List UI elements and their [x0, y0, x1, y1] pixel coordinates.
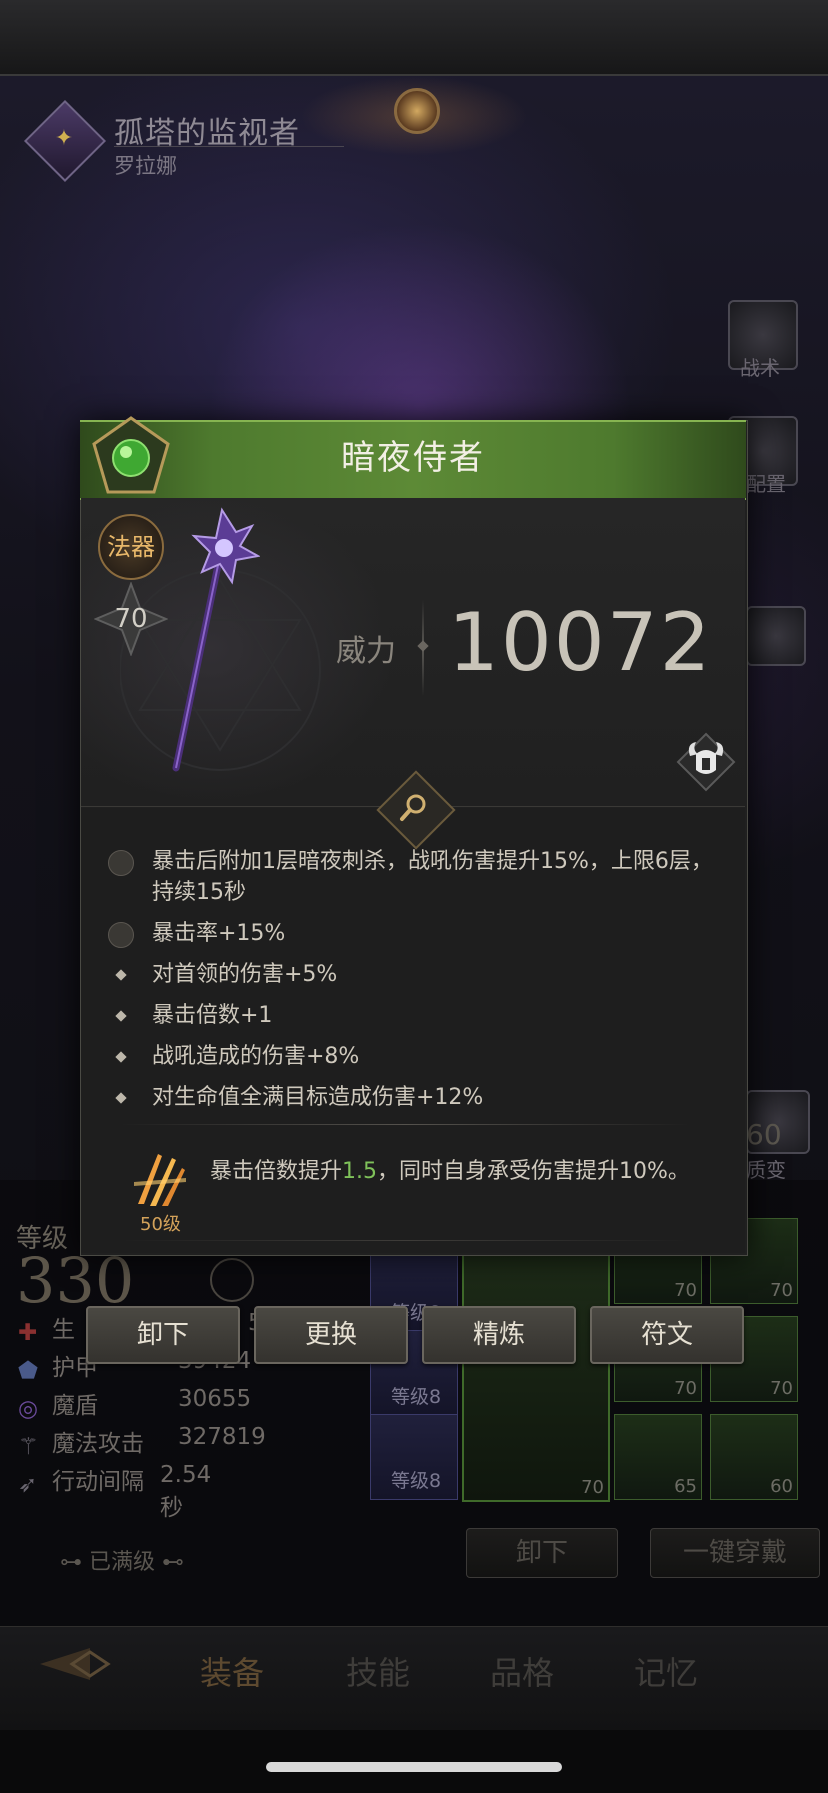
effect-text: 暴击后附加1层暗夜刺杀，战吼伤害提升15%，上限6层，持续15秒: [152, 849, 713, 905]
tab-skills[interactable]: 技能: [346, 1648, 410, 1694]
stat-magic-shield-label: 魔盾: [52, 1393, 98, 1419]
gear-slot-level: 70: [674, 1280, 697, 1301]
skill-separator: [120, 1240, 690, 1241]
fashion-button[interactable]: [746, 606, 806, 666]
hp-icon: ✚: [18, 1319, 38, 1346]
quality-gem-icon: [92, 416, 170, 494]
stat-magic-attack: ⚚ 魔法攻击 327819: [18, 1424, 266, 1460]
stat-magic-attack-label: 魔法攻击: [52, 1431, 144, 1457]
magnifier-icon[interactable]: [396, 790, 432, 826]
stat-hp: ✚生 5: [18, 1310, 263, 1346]
gear-slot-level: 70: [770, 1280, 793, 1301]
rune-button[interactable]: 符文: [590, 1306, 744, 1364]
level-detail-icon[interactable]: [210, 1258, 254, 1302]
effect-text: 暴击倍数+1: [152, 1003, 273, 1028]
item-required-level: 70: [114, 604, 148, 634]
effect-text: 对首领的伤害+5%: [152, 962, 338, 987]
swirl-icon: ◎: [18, 1395, 39, 1422]
equip-all-button[interactable]: 一键穿戴: [650, 1528, 820, 1578]
claw-slash-icon: [134, 1154, 186, 1206]
maxed-label: ⊶ 已满级 ⊷: [60, 1550, 185, 1575]
lock-icon: [108, 922, 134, 948]
staff-icon: ✦: [54, 126, 74, 151]
lock-icon: [108, 850, 134, 876]
ornament-eye-icon: [394, 88, 440, 134]
wand-icon: ⚚: [18, 1433, 39, 1460]
effect-text: 暴击率+15%: [152, 921, 286, 946]
skill-unlock-level: 50级: [140, 1214, 181, 1235]
power-value: 10072: [448, 596, 713, 689]
stat-action-interval: ➶ 行动间隔 2.54秒: [18, 1462, 211, 1521]
gear-slot-boots[interactable]: 60: [710, 1414, 798, 1500]
skill-highlight-value: 1.5: [342, 1159, 378, 1184]
gear-slot-necklace[interactable]: 65: [614, 1414, 702, 1500]
rune-slot-level: 等级8: [391, 1470, 442, 1492]
skill-text-part: 暴击倍数提升: [210, 1159, 343, 1184]
staff-weapon-icon: [172, 507, 260, 772]
rune-slot-3[interactable]: 等级8: [370, 1414, 458, 1500]
rune-slot-level: 等级8: [391, 1386, 442, 1408]
tab-traits[interactable]: 品格: [490, 1648, 554, 1694]
evolve-level: 60: [746, 1118, 782, 1151]
gear-slot-level: 65: [674, 1476, 697, 1497]
stat-action-interval-value: 2.54秒: [160, 1462, 212, 1521]
gear-slot-level: 60: [770, 1476, 793, 1497]
stat-magic-shield-value: 30655: [178, 1386, 252, 1412]
evolve-label: 质变: [746, 1158, 786, 1182]
gear-unequip-button[interactable]: 卸下: [466, 1528, 618, 1578]
tactics-label: 战术: [740, 356, 780, 380]
item-type-badge: 法器: [98, 514, 164, 580]
weapon-slot-level: 70: [581, 1477, 604, 1498]
power-label: 威力: [336, 634, 396, 669]
config-label: 配置: [746, 472, 786, 496]
item-name: 暗夜侍者: [341, 438, 485, 478]
skill-description: 暴击倍数提升1.5，同时自身承受伤害提升10%。: [210, 1156, 720, 1188]
tab-memory[interactable]: 记忆: [634, 1648, 698, 1694]
shield-icon: ⬟: [18, 1357, 38, 1384]
effect-text: 战吼造成的伤害+8%: [152, 1044, 360, 1069]
hero-name: 罗拉娜: [114, 154, 177, 178]
skill-text-part: ，同时自身承受伤害提升10%。: [377, 1159, 690, 1184]
effects-separator: [120, 1124, 690, 1125]
home-back-icon[interactable]: [30, 1640, 142, 1688]
horned-helmet-icon: [676, 732, 736, 792]
unequip-button[interactable]: 卸下: [86, 1306, 240, 1364]
weapon-slot[interactable]: 70: [462, 1246, 610, 1502]
hero-title-underline: [114, 146, 344, 147]
tab-equipment[interactable]: 装备: [200, 1648, 264, 1694]
effect-text: 对生命值全满目标造成伤害+12%: [152, 1085, 484, 1110]
replace-button[interactable]: 更换: [254, 1306, 408, 1364]
gear-slot-level: 70: [770, 1378, 793, 1399]
stat-magic-attack-value: 327819: [178, 1424, 266, 1450]
stat-hp-label: 生: [52, 1317, 75, 1343]
status-bar: [0, 0, 828, 76]
stat-action-interval-label: 行动间隔: [52, 1469, 144, 1495]
stat-magic-shield: ◎ 魔盾 30655: [18, 1386, 251, 1422]
refine-button[interactable]: 精炼: [422, 1306, 576, 1364]
wing-icon: ➶: [18, 1471, 38, 1498]
gear-slot-level: 70: [674, 1378, 697, 1399]
home-indicator[interactable]: [266, 1762, 562, 1772]
maxed-text: 已满级: [89, 1550, 156, 1575]
